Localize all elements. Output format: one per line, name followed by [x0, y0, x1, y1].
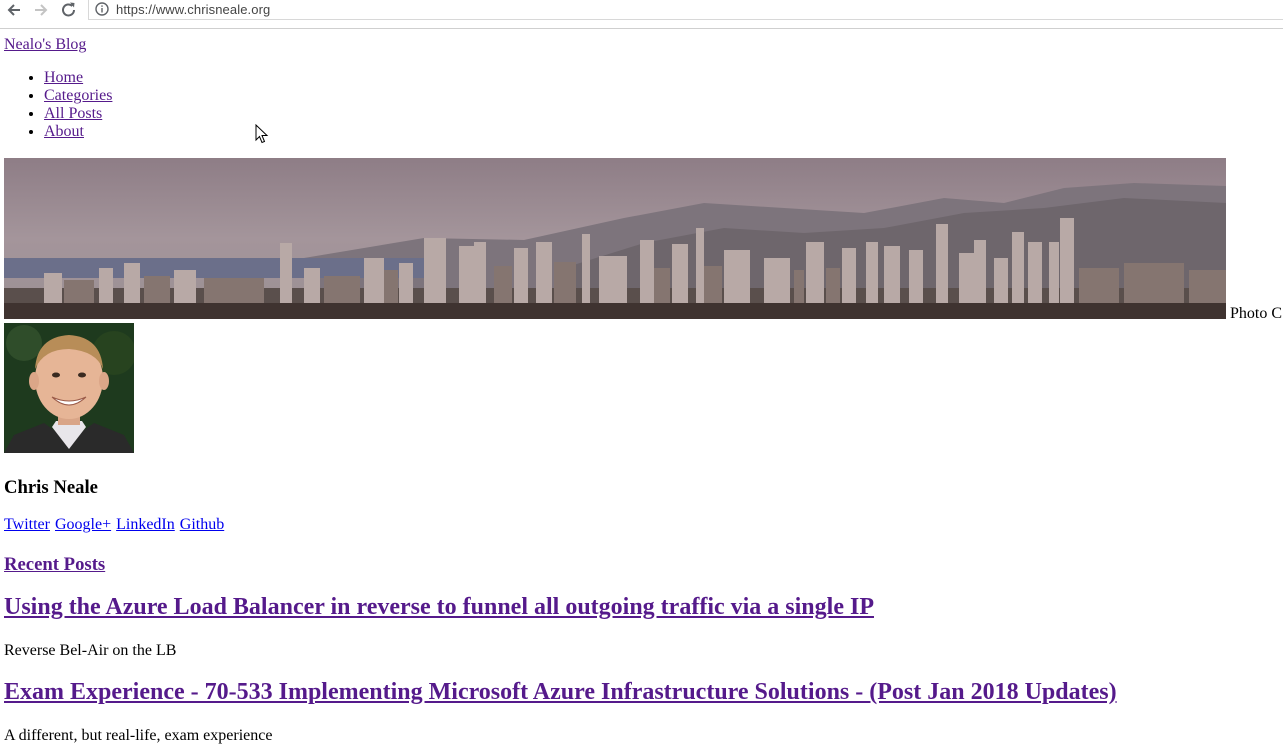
address-bar[interactable]: https://www.chrisneale.org [88, 0, 1283, 20]
recent-posts-link[interactable]: Recent Posts [4, 554, 105, 575]
recent-posts-heading: Recent Posts [4, 554, 105, 576]
post-link-2[interactable]: Exam Experience - 70-533 Implementing Mi… [4, 679, 1117, 705]
forward-arrow-icon[interactable] [31, 1, 51, 19]
menu-item-home: Home [44, 69, 112, 87]
author-name: Chris Neale [4, 477, 98, 498]
post-title-2: Exam Experience - 70-533 Implementing Mi… [4, 679, 1117, 706]
back-arrow-icon[interactable] [4, 1, 24, 19]
google-plus-link[interactable]: Google+ [55, 516, 111, 533]
info-icon[interactable] [95, 2, 109, 21]
post-subtitle-1: Reverse Bel-Air on the LB [4, 642, 177, 659]
mouse-cursor-icon [255, 123, 269, 149]
reload-icon[interactable] [59, 1, 79, 19]
menu-item-categories: Categories [44, 87, 112, 105]
page-content: Nealo's Blog Home Categories All Posts A… [0, 28, 1283, 751]
post-link-1[interactable]: Using the Azure Load Balancer in reverse… [4, 594, 874, 620]
menu-link-categories[interactable]: Categories [44, 87, 112, 104]
github-link[interactable]: Github [180, 516, 224, 533]
photo-credit-text: Photo C [1230, 305, 1283, 322]
post-title-1: Using the Azure Load Balancer in reverse… [4, 594, 874, 621]
url-text[interactable]: https://www.chrisneale.org [116, 2, 270, 17]
header-banner-image [4, 158, 1226, 319]
twitter-link[interactable]: Twitter [4, 516, 50, 533]
linkedin-link[interactable]: LinkedIn [116, 516, 175, 533]
browser-toolbar: https://www.chrisneale.org [0, 0, 1283, 29]
site-title-link[interactable]: Nealo's Blog [4, 36, 86, 54]
social-links: Twitter Google+ LinkedIn Github [4, 516, 225, 534]
menu-link-all-posts[interactable]: All Posts [44, 105, 102, 122]
menu-link-about[interactable]: About [44, 123, 84, 140]
main-menu: Home Categories All Posts About [4, 69, 112, 141]
menu-item-all-posts: All Posts [44, 105, 112, 123]
post-subtitle-2: A different, but real-life, exam experie… [4, 727, 273, 744]
menu-item-about: About [44, 123, 112, 141]
author-avatar [4, 323, 134, 453]
menu-link-home[interactable]: Home [44, 69, 83, 86]
